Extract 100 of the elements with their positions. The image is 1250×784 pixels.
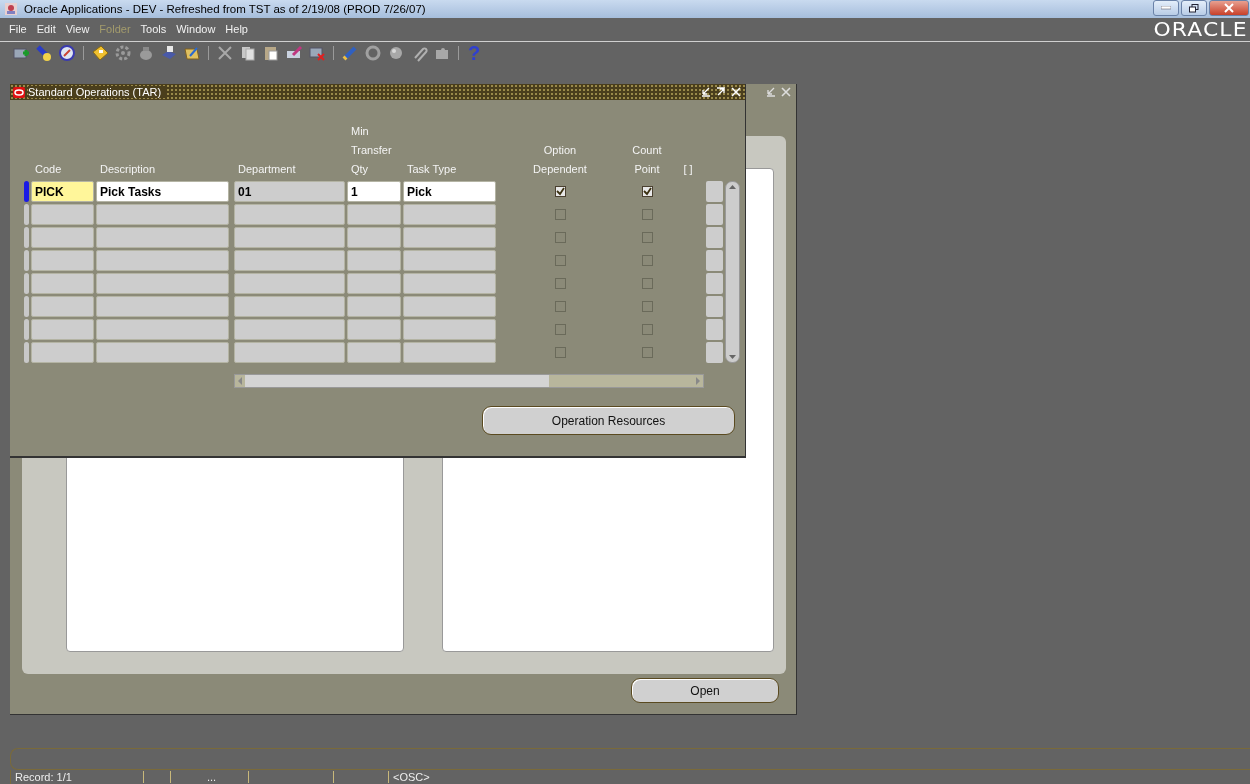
record-indicator[interactable]: [24, 296, 29, 317]
table-cell[interactable]: [96, 319, 229, 340]
table-cell[interactable]: PICK: [31, 181, 94, 202]
table-cell[interactable]: [96, 273, 229, 294]
table-cell[interactable]: [347, 227, 401, 248]
table-cell[interactable]: [347, 204, 401, 225]
menu-item[interactable]: View: [64, 23, 91, 35]
checkbox[interactable]: [641, 347, 653, 358]
checkbox[interactable]: [641, 209, 653, 220]
maximize-icon[interactable]: [715, 86, 727, 98]
folder-field[interactable]: [706, 250, 723, 271]
table-cell[interactable]: [31, 319, 94, 340]
table-cell[interactable]: [31, 273, 94, 294]
table-cell[interactable]: [96, 227, 229, 248]
checkbox[interactable]: [641, 324, 653, 335]
table-cell[interactable]: [403, 296, 496, 317]
checkbox[interactable]: [554, 324, 566, 335]
checkbox[interactable]: [641, 255, 653, 266]
folder-field[interactable]: [706, 342, 723, 363]
menu-item[interactable]: Edit: [35, 23, 57, 35]
down-arrow-icon[interactable]: [728, 354, 737, 360]
menu-item[interactable]: File: [8, 23, 28, 35]
table-cell[interactable]: [347, 342, 401, 363]
table-cell[interactable]: 1: [347, 181, 401, 202]
gear-icon[interactable]: [114, 44, 132, 62]
table-cell[interactable]: [403, 273, 496, 294]
table-cell[interactable]: [347, 319, 401, 340]
table-cell[interactable]: [347, 250, 401, 271]
checkbox[interactable]: [554, 278, 566, 289]
table-cell[interactable]: [234, 227, 345, 248]
horizontal-scrollbar[interactable]: [234, 374, 704, 388]
record-indicator[interactable]: [24, 319, 29, 340]
table-cell[interactable]: [234, 319, 345, 340]
checkbox[interactable]: [554, 209, 566, 220]
folder-field[interactable]: [706, 273, 723, 294]
table-cell[interactable]: [31, 227, 94, 248]
table-cell[interactable]: [347, 273, 401, 294]
vertical-scrollbar[interactable]: [725, 181, 740, 363]
checkbox[interactable]: [554, 301, 566, 312]
right-arrow-icon[interactable]: [693, 376, 703, 386]
table-cell[interactable]: Pick: [403, 181, 496, 202]
folder-field[interactable]: [706, 227, 723, 248]
table-cell[interactable]: [403, 319, 496, 340]
open-button[interactable]: Open: [631, 678, 779, 703]
ball-icon[interactable]: [387, 44, 405, 62]
copy-icon[interactable]: [239, 44, 257, 62]
table-cell[interactable]: [31, 342, 94, 363]
record-indicator[interactable]: [24, 342, 29, 363]
record-indicator[interactable]: [24, 273, 29, 294]
checkbox[interactable]: [641, 232, 653, 243]
folder-field[interactable]: [706, 204, 723, 225]
record-indicator[interactable]: [24, 181, 29, 202]
table-cell[interactable]: [234, 342, 345, 363]
menu-item[interactable]: Tools: [139, 23, 168, 35]
scissors-icon[interactable]: [216, 44, 234, 62]
table-cell[interactable]: [234, 204, 345, 225]
table-cell[interactable]: [403, 342, 496, 363]
table-cell[interactable]: [234, 296, 345, 317]
checkbox[interactable]: [554, 186, 566, 197]
restore-button[interactable]: [1181, 0, 1207, 16]
pencil-icon[interactable]: [341, 44, 359, 62]
compass-icon[interactable]: [58, 44, 76, 62]
table-cell[interactable]: Pick Tasks: [96, 181, 229, 202]
flashlight-icon[interactable]: [35, 44, 53, 62]
delete-card-icon[interactable]: [308, 44, 326, 62]
table-cell[interactable]: [31, 204, 94, 225]
table-cell[interactable]: [403, 204, 496, 225]
cycle-icon[interactable]: [364, 44, 382, 62]
checkbox[interactable]: [554, 347, 566, 358]
folder-field[interactable]: [706, 319, 723, 340]
checkbox[interactable]: [641, 278, 653, 289]
table-cell[interactable]: [31, 296, 94, 317]
menu-item[interactable]: Window: [175, 23, 217, 35]
table-cell[interactable]: [96, 204, 229, 225]
table-cell[interactable]: [234, 273, 345, 294]
checkbox[interactable]: [641, 301, 653, 312]
close-button[interactable]: [1209, 0, 1249, 16]
checkbox[interactable]: [554, 232, 566, 243]
table-cell[interactable]: [403, 250, 496, 271]
table-cell[interactable]: [347, 296, 401, 317]
up-arrow-icon[interactable]: [728, 184, 737, 190]
menu-item[interactable]: Help: [224, 23, 249, 35]
folder-field[interactable]: [706, 296, 723, 317]
table-cell[interactable]: [31, 250, 94, 271]
record-indicator[interactable]: [24, 204, 29, 225]
record-indicator[interactable]: [24, 227, 29, 248]
operation-resources-button[interactable]: Operation Resources: [482, 406, 735, 435]
table-cell[interactable]: [96, 296, 229, 317]
table-cell[interactable]: 01: [234, 181, 345, 202]
checkbox[interactable]: [641, 186, 653, 197]
printer-icon[interactable]: [160, 44, 178, 62]
pot-icon[interactable]: [137, 44, 155, 62]
record-indicator[interactable]: [24, 250, 29, 271]
paste-icon[interactable]: [262, 44, 280, 62]
table-cell[interactable]: [96, 342, 229, 363]
folder-field[interactable]: [706, 181, 723, 202]
checkbox[interactable]: [554, 255, 566, 266]
table-cell[interactable]: [234, 250, 345, 271]
table-cell[interactable]: [403, 227, 496, 248]
table-cell[interactable]: [96, 250, 229, 271]
